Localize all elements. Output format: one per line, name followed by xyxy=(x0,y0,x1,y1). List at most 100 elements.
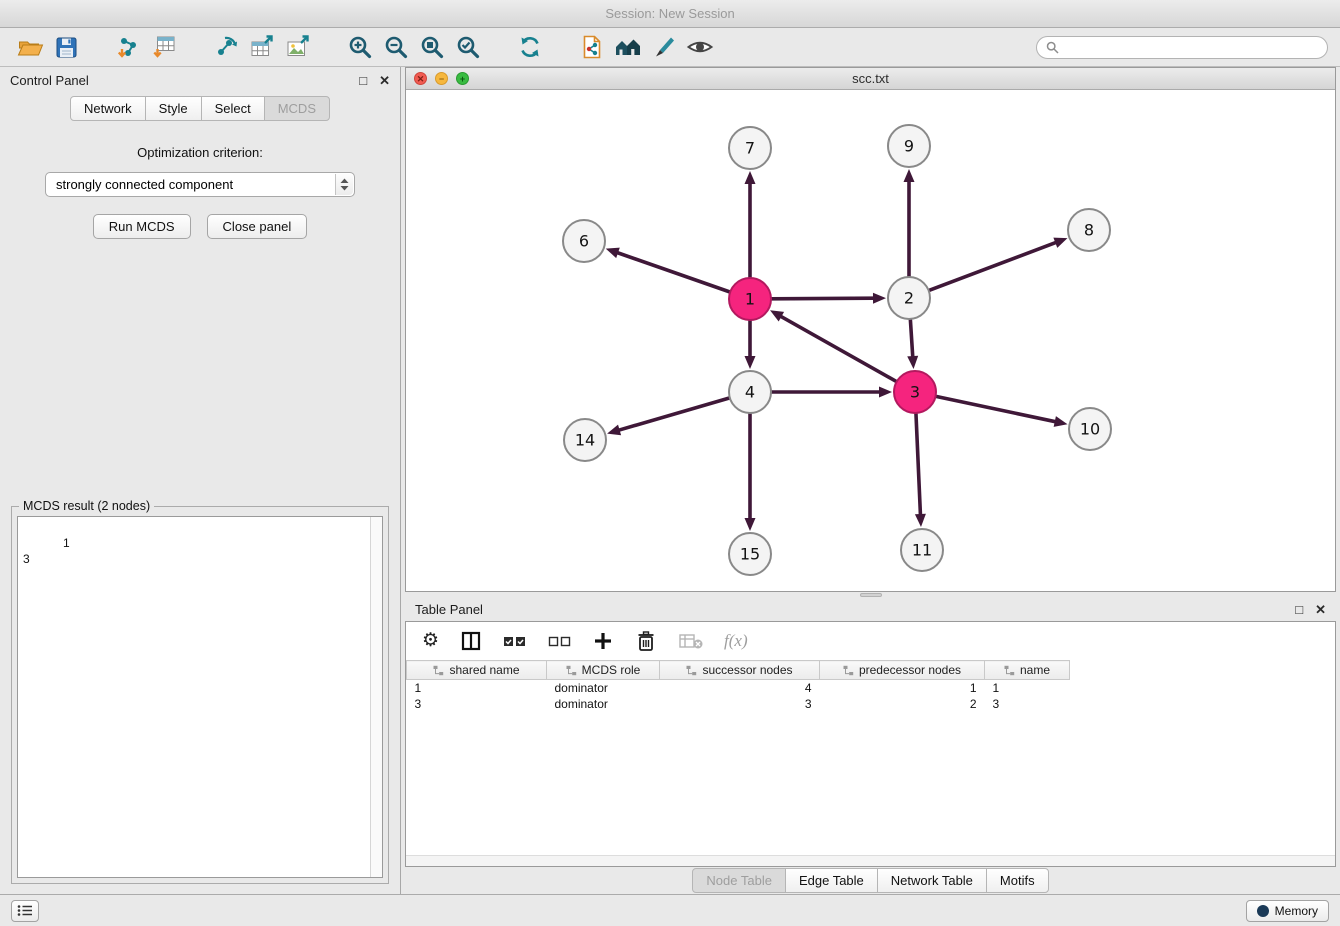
graph-node-15[interactable]: 15 xyxy=(729,533,771,575)
graph-node-10[interactable]: 10 xyxy=(1069,408,1111,450)
export-image-button[interactable] xyxy=(280,32,316,62)
graph-edge[interactable] xyxy=(772,293,886,304)
table-cell: 3 xyxy=(407,696,547,712)
tab-network-table[interactable]: Network Table xyxy=(877,868,987,893)
deselect-all-columns-button[interactable] xyxy=(548,633,572,649)
graph-edge[interactable] xyxy=(937,397,1068,427)
graph-node-7[interactable]: 7 xyxy=(729,127,771,169)
tab-network[interactable]: Network xyxy=(70,96,146,121)
graph-edge[interactable] xyxy=(745,321,756,369)
delete-column-button[interactable] xyxy=(634,629,658,653)
show-graphics-details-button[interactable] xyxy=(682,32,718,62)
column-header-MCDS-role[interactable]: MCDS role xyxy=(547,661,660,680)
zoom-selected-icon xyxy=(455,34,481,60)
zoom-selected-button[interactable] xyxy=(450,32,486,62)
node-table-header-row: shared nameMCDS rolesuccessor nodesprede… xyxy=(407,661,1070,680)
maximize-window-button[interactable]: + xyxy=(456,72,469,85)
graph-edge[interactable] xyxy=(772,387,892,398)
graph-edge[interactable] xyxy=(607,398,729,435)
table-cell: 2 xyxy=(820,696,985,712)
graph-edge[interactable] xyxy=(745,414,756,531)
import-network-button[interactable] xyxy=(110,32,146,62)
tab-mcds[interactable]: MCDS xyxy=(264,96,330,121)
close-table-panel-icon[interactable]: ✕ xyxy=(1315,603,1326,616)
graph-node-1[interactable]: 1 xyxy=(729,278,771,320)
float-panel-icon[interactable]: □ xyxy=(359,74,367,87)
table-settings-button[interactable]: ⚙ xyxy=(422,631,439,650)
control-panel-tabs: Network Style Select MCDS xyxy=(0,96,400,121)
graph-edge[interactable] xyxy=(606,248,730,292)
zoom-in-button[interactable] xyxy=(342,32,378,62)
column-attribute-icon xyxy=(686,665,697,676)
search-input[interactable] xyxy=(1065,40,1318,55)
column-header-shared-name[interactable]: shared name xyxy=(407,661,547,680)
graph-node-9[interactable]: 9 xyxy=(888,125,930,167)
memory-gauge-icon xyxy=(1257,905,1269,917)
tab-style[interactable]: Style xyxy=(145,96,202,121)
function-builder-button[interactable]: f(x) xyxy=(724,631,748,651)
run-mcds-button[interactable]: Run MCDS xyxy=(93,214,191,239)
column-header-name[interactable]: name xyxy=(985,661,1070,680)
create-column-button[interactable] xyxy=(593,631,613,651)
tab-motifs[interactable]: Motifs xyxy=(986,868,1049,893)
select-all-columns-button[interactable] xyxy=(503,633,527,649)
graph-node-8[interactable]: 8 xyxy=(1068,209,1110,251)
select-all-icon xyxy=(503,633,527,649)
graph-node-3[interactable]: 3 xyxy=(894,371,936,413)
graph-edge[interactable] xyxy=(930,238,1068,291)
mcds-result-box: MCDS result (2 nodes) 1 3 xyxy=(11,506,389,884)
export-table-button[interactable] xyxy=(244,32,280,62)
float-table-panel-icon[interactable]: □ xyxy=(1295,603,1303,616)
graph-node-11[interactable]: 11 xyxy=(901,529,943,571)
table-row[interactable]: 1dominator411 xyxy=(407,680,1070,696)
graph-edge[interactable] xyxy=(904,169,915,276)
graph-node-4[interactable]: 4 xyxy=(729,371,771,413)
column-header-successor-nodes[interactable]: successor nodes xyxy=(660,661,820,680)
preferred-layout-button[interactable] xyxy=(610,32,646,62)
tab-node-table[interactable]: Node Table xyxy=(692,868,786,893)
result-scrollbar[interactable] xyxy=(370,517,382,877)
column-header-predecessor-nodes[interactable]: predecessor nodes xyxy=(820,661,985,680)
table-row[interactable]: 3dominator323 xyxy=(407,696,1070,712)
svg-text:11: 11 xyxy=(912,541,932,560)
graph-node-2[interactable]: 2 xyxy=(888,277,930,319)
tab-edge-table[interactable]: Edge Table xyxy=(785,868,878,893)
network-graph[interactable]: 1 2 3 4 6 7 8 9 10 11 14 15 xyxy=(406,90,1336,592)
optimization-criterion-select[interactable]: strongly connected component xyxy=(45,172,355,197)
table-panel-title: Table Panel xyxy=(415,602,483,617)
svg-text:10: 10 xyxy=(1080,420,1100,439)
network-from-selection-button[interactable] xyxy=(574,32,610,62)
close-panel-button[interactable]: Close panel xyxy=(207,214,308,239)
delete-table-button[interactable] xyxy=(679,632,703,650)
zoom-fit-button[interactable] xyxy=(414,32,450,62)
graph-edge[interactable] xyxy=(915,414,926,527)
deselect-all-icon xyxy=(548,633,572,649)
import-table-button[interactable] xyxy=(146,32,182,62)
minimize-window-button[interactable]: − xyxy=(435,72,448,85)
close-panel-icon[interactable]: ✕ xyxy=(379,74,390,87)
export-network-button[interactable] xyxy=(208,32,244,62)
network-canvas[interactable]: 1 2 3 4 6 7 8 9 10 11 14 15 xyxy=(406,90,1335,591)
zoom-out-button[interactable] xyxy=(378,32,414,62)
splitter-grip-icon[interactable] xyxy=(860,593,882,597)
graph-edge[interactable] xyxy=(907,320,918,369)
show-columns-button[interactable] xyxy=(460,630,482,652)
memory-button[interactable]: Memory xyxy=(1246,900,1329,922)
graph-node-14[interactable]: 14 xyxy=(564,419,606,461)
mcds-result-list[interactable]: 1 3 xyxy=(17,516,383,878)
close-window-button[interactable]: ✕ xyxy=(414,72,427,85)
panel-splitter[interactable] xyxy=(405,592,1336,598)
show-panels-button[interactable] xyxy=(11,900,39,922)
save-session-button[interactable] xyxy=(48,32,84,62)
refresh-layout-button[interactable] xyxy=(512,32,548,62)
open-file-button[interactable] xyxy=(12,32,48,62)
graph-edge[interactable] xyxy=(770,310,896,381)
search-field[interactable] xyxy=(1036,36,1328,59)
dropdown-arrows-icon xyxy=(335,174,353,195)
graph-edge[interactable] xyxy=(745,171,756,277)
network-window-titlebar[interactable]: ✕ − + scc.txt xyxy=(406,68,1335,90)
table-horizontal-scrollbar[interactable] xyxy=(406,855,1335,866)
graph-node-6[interactable]: 6 xyxy=(563,220,605,262)
style-brush-button[interactable] xyxy=(646,32,682,62)
tab-select[interactable]: Select xyxy=(201,96,265,121)
